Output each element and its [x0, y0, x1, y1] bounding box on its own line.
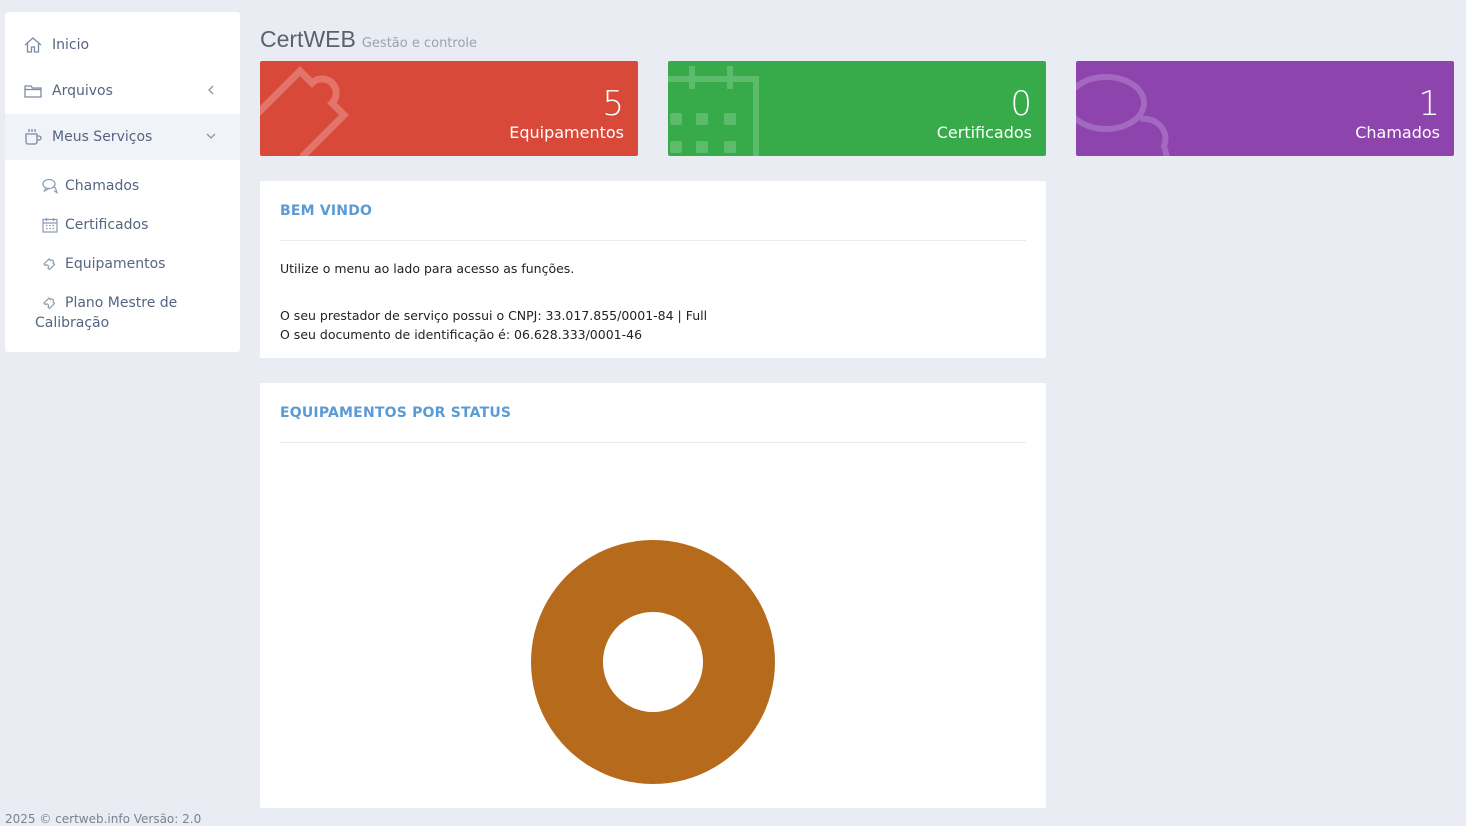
divider [280, 240, 1026, 241]
stat-value: 0 [1010, 84, 1032, 124]
sidebar-subitem-chamados[interactable]: Chamados [5, 176, 240, 196]
sidebar-subitem-certificados[interactable]: Certificados [5, 215, 240, 235]
sidebar-subitem-label: Certificados [65, 217, 149, 233]
stat-value: 5 [602, 84, 624, 124]
calendar-icon [668, 66, 759, 156]
stat-card-certificados[interactable]: 0 Certificados [668, 61, 1046, 156]
sidebar-item-arquivos[interactable]: Arquivos [5, 68, 240, 114]
footer: 2025 © certweb.info Versão: 2.0 [5, 812, 202, 826]
stat-value: 1 [1418, 84, 1440, 124]
stat-card-equipamentos[interactable]: 5 Equipamentos [260, 61, 638, 156]
chevron-down-icon [204, 129, 218, 143]
sidebar-subitem-label: Plano Mestre de [65, 295, 178, 311]
sidebar-item-label: Inicio [52, 37, 90, 53]
stat-card-chamados[interactable]: 1 Chamados [1076, 61, 1454, 156]
stat-label: Chamados [1355, 123, 1440, 142]
chat-icon [1076, 74, 1170, 156]
mug-icon [23, 127, 43, 147]
welcome-title: BEM VINDO [280, 203, 373, 219]
sidebar-subitem-plano-mestre[interactable]: Plano Mestre de Calibração [5, 293, 240, 333]
sidebar-subitem-label: Chamados [65, 178, 140, 194]
equip-status-panel: EQUIPAMENTOS POR STATUS [260, 383, 1046, 808]
welcome-panel: BEM VINDO Utilize o menu ao lado para ac… [260, 181, 1046, 358]
chat-icon [41, 177, 59, 195]
stat-label: Equipamentos [509, 123, 624, 142]
stat-label: Certificados [936, 123, 1032, 142]
puzzle-icon [41, 294, 59, 312]
home-icon [23, 35, 43, 55]
folder-icon [23, 81, 43, 101]
chevron-left-icon [204, 83, 218, 97]
sidebar-item-meus-servicos[interactable]: Meus Serviços [5, 114, 240, 160]
welcome-text: Utilize o menu ao lado para acesso as fu… [280, 261, 575, 276]
sidebar-subitem-label: Equipamentos [65, 256, 166, 272]
status-doughnut-chart [530, 540, 775, 784]
sidebar: Inicio Arquivos Meus Serviços Chamados C… [5, 12, 240, 352]
puzzle-icon [260, 66, 349, 156]
puzzle-icon [41, 255, 59, 273]
provider-cnpj-text: O seu prestador de serviço possui o CNPJ… [280, 308, 708, 323]
page-header: CertWEB Gestão e controle [260, 26, 477, 53]
page-subtitle: Gestão e controle [361, 36, 478, 51]
sidebar-subitem-label-line2: Calibração [35, 315, 110, 331]
sidebar-item-inicio[interactable]: Inicio [5, 22, 240, 68]
sidebar-item-label: Arquivos [52, 83, 113, 99]
page-title: CertWEB [260, 26, 356, 52]
sidebar-item-label: Meus Serviços [52, 129, 153, 145]
document-id-text: O seu documento de identificação é: 06.6… [280, 327, 643, 342]
calendar-icon [41, 216, 59, 234]
doughnut-slice[interactable] [530, 540, 775, 784]
sidebar-subitem-equipamentos[interactable]: Equipamentos [5, 254, 240, 274]
